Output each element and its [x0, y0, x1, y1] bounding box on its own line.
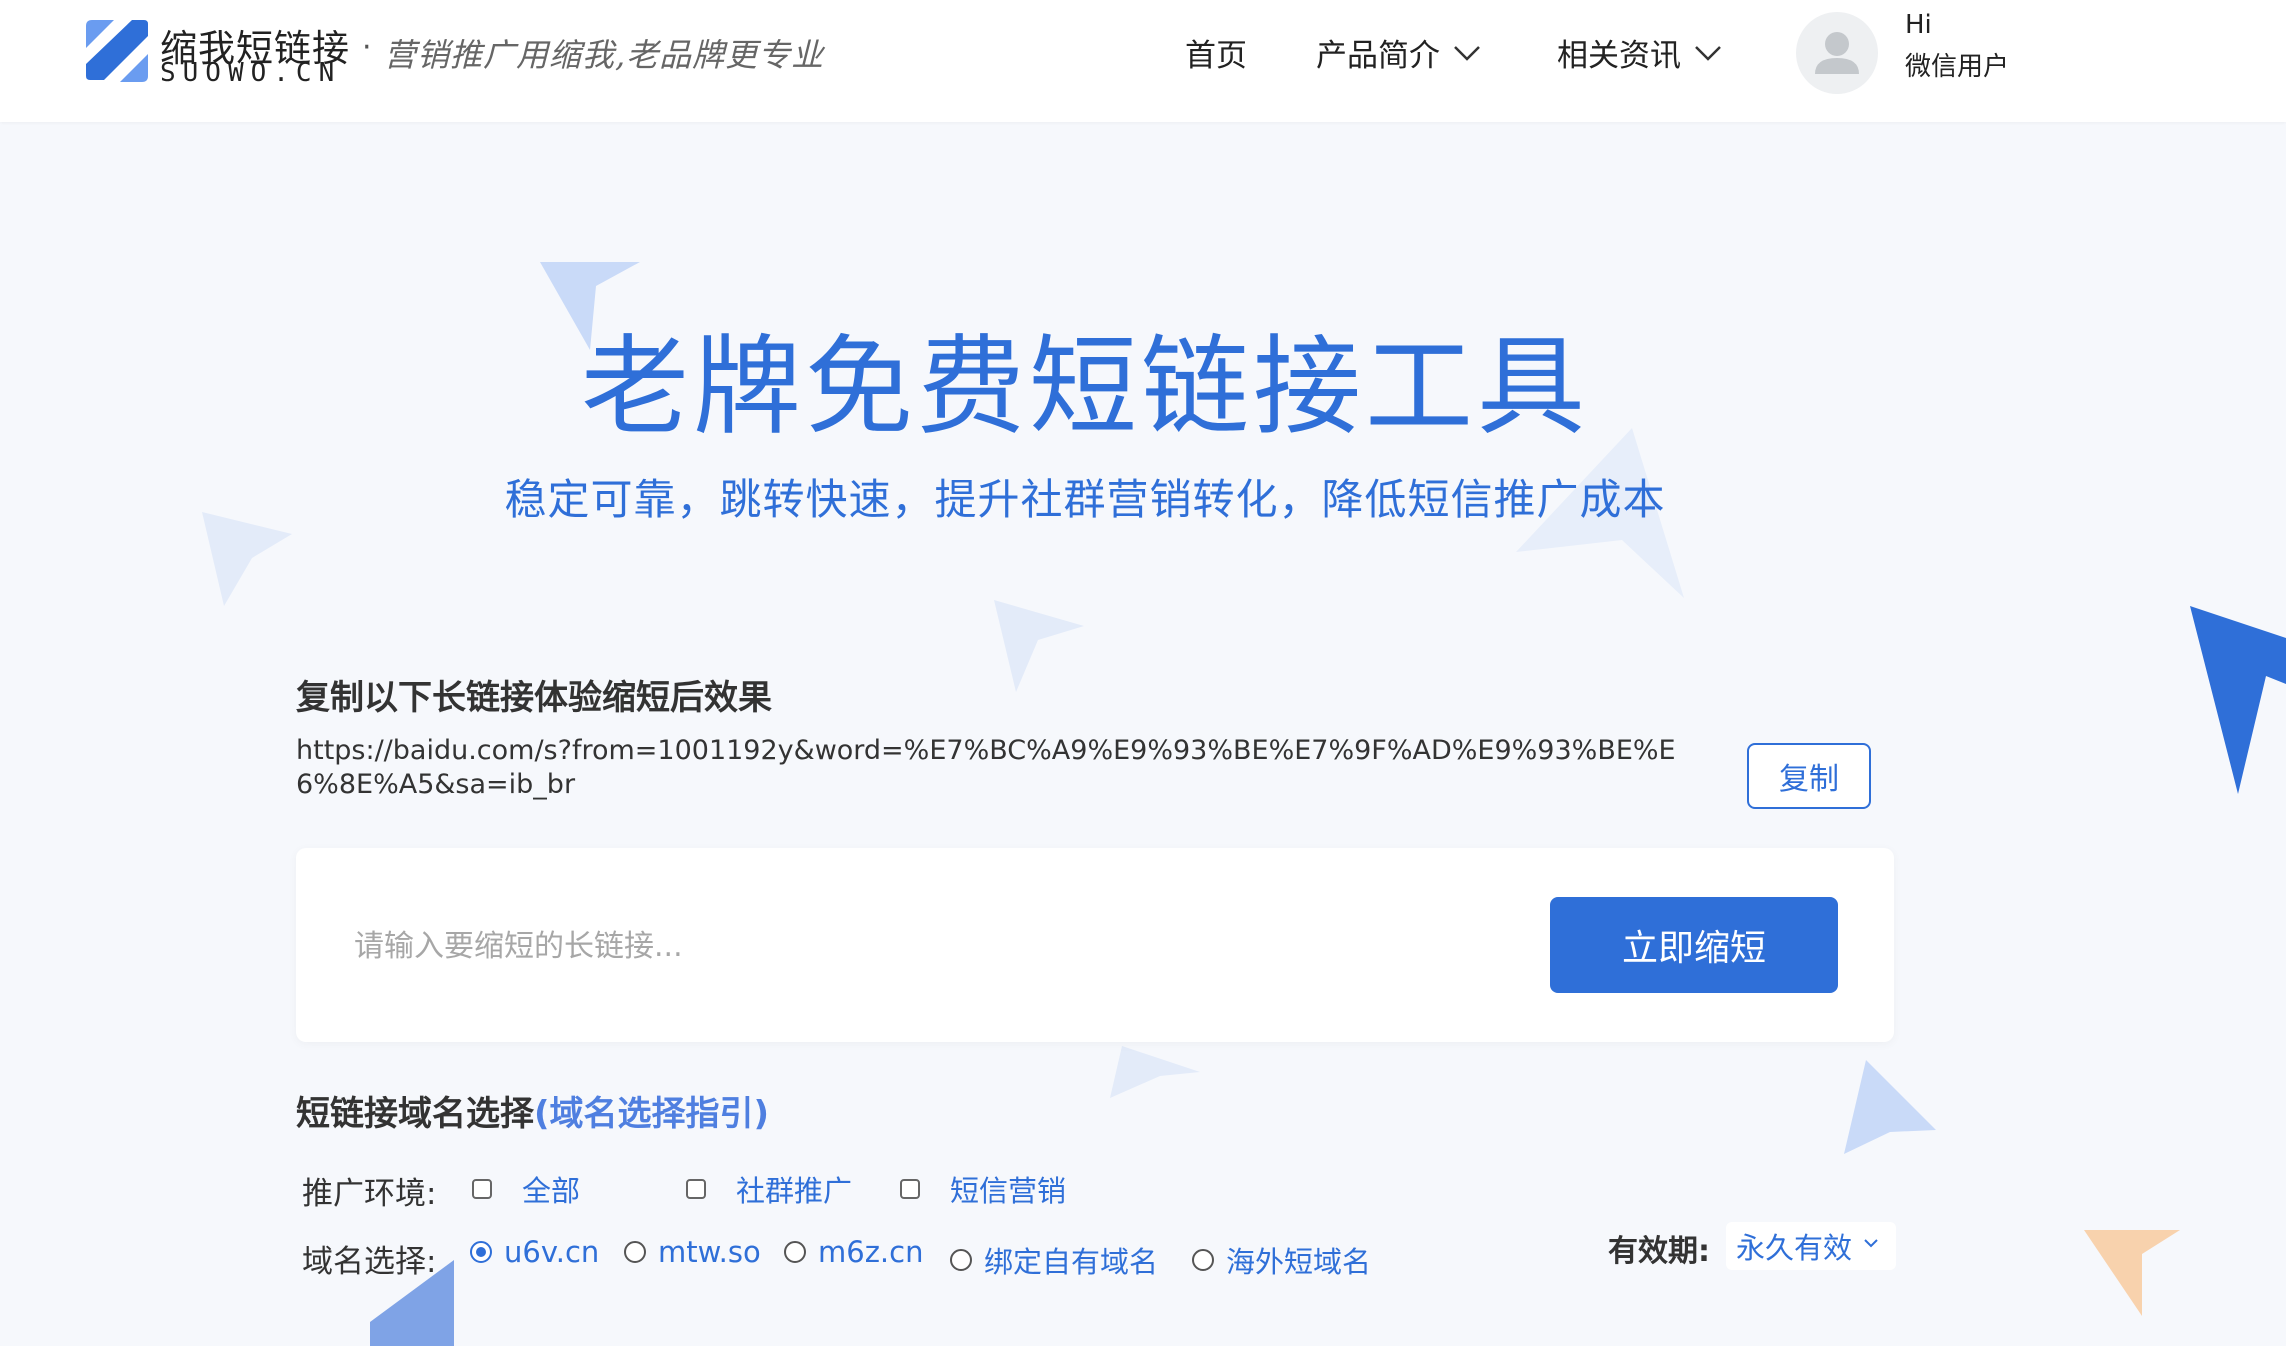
- domain-option-label: 海外短域名: [1226, 1245, 1372, 1279]
- deco-arrow-icon: [2190, 606, 2286, 794]
- checkbox[interactable]: [686, 1179, 706, 1199]
- domain-option-mtw[interactable]: mtw.so: [624, 1235, 761, 1269]
- demo-heading: 复制以下长链接体验缩短后效果: [296, 678, 772, 718]
- user-silhouette-icon: [1815, 32, 1859, 74]
- nav-home-label: 首页: [1185, 38, 1247, 74]
- domain-option-label: m6z.cn: [818, 1235, 924, 1269]
- shorten-button[interactable]: 立即缩短: [1550, 897, 1838, 993]
- top-header: 缩我短链接 SUOWO.CN · 营销推广用缩我,老品牌更专业 首页 产品简介 …: [0, 0, 2286, 122]
- domain-heading-text: 短链接域名选择: [296, 1094, 534, 1134]
- domain-option-label: mtw.so: [658, 1235, 761, 1269]
- validity-select[interactable]: 永久有效: [1726, 1222, 1896, 1270]
- domain-label: 域名选择:: [302, 1244, 437, 1280]
- shorten-card: 立即缩短: [296, 848, 1894, 1042]
- chevron-down-icon: [1695, 45, 1721, 61]
- domain-option-u6v[interactable]: u6v.cn: [470, 1235, 599, 1269]
- domain-option-overseas[interactable]: 海外短域名: [1192, 1239, 1371, 1281]
- env-option-label: 全部: [522, 1174, 581, 1208]
- nav-news-label: 相关资讯: [1557, 38, 1681, 74]
- env-option-sms[interactable]: 短信营销: [900, 1168, 1066, 1210]
- domain-option-label: 绑定自有域名: [984, 1245, 1159, 1279]
- deco-arrow-icon: [1844, 1060, 1936, 1154]
- radio[interactable]: [950, 1249, 972, 1271]
- deco-arrow-icon: [994, 600, 1084, 692]
- deco-arrow-icon: [2084, 1230, 2180, 1316]
- radio-selected[interactable]: [470, 1241, 492, 1263]
- domain-option-m6z[interactable]: m6z.cn: [784, 1235, 923, 1269]
- hero-subtitle: 稳定可靠，跳转快速，提升社群营销转化，降低短信推广成本: [504, 475, 1666, 524]
- hero-title: 老牌免费短链接工具: [580, 325, 1589, 450]
- checkbox[interactable]: [472, 1179, 492, 1199]
- domain-option-custom[interactable]: 绑定自有域名: [950, 1239, 1158, 1281]
- chevron-down-icon: [1864, 1239, 1878, 1248]
- domain-option-label: u6v.cn: [504, 1235, 600, 1269]
- env-option-label: 社群推广: [736, 1174, 853, 1208]
- brand-separator: ·: [362, 30, 372, 65]
- radio[interactable]: [1192, 1249, 1214, 1271]
- validity-label: 有效期:: [1608, 1234, 1710, 1269]
- brand-slogan: 营销推广用缩我,老品牌更专业: [384, 36, 825, 74]
- avatar[interactable]: [1796, 12, 1878, 94]
- env-label: 推广环境:: [302, 1176, 437, 1212]
- user-greeting: Hi: [1905, 10, 1932, 40]
- long-url-input[interactable]: [352, 908, 1456, 984]
- deco-arrow-icon: [1110, 1046, 1200, 1098]
- copy-button[interactable]: 复制: [1747, 743, 1871, 809]
- demo-long-url: https://baidu.com/s?from=1001192y&word=%…: [296, 735, 1676, 800]
- nav-products-label: 产品简介: [1316, 38, 1440, 74]
- logo-s-icon[interactable]: [84, 18, 150, 84]
- radio[interactable]: [784, 1241, 806, 1263]
- nav-news[interactable]: 相关资讯: [1557, 30, 1723, 75]
- domain-guide-link[interactable]: (域名选择指引): [534, 1094, 769, 1134]
- env-option-community[interactable]: 社群推广: [686, 1168, 852, 1210]
- chevron-down-icon: [1454, 45, 1480, 61]
- brand-domain: SUOWO.CN: [160, 58, 342, 88]
- nav-home[interactable]: 首页: [1185, 30, 1247, 75]
- env-option-label: 短信营销: [950, 1174, 1067, 1208]
- checkbox[interactable]: [900, 1179, 920, 1199]
- nav-products[interactable]: 产品简介: [1316, 30, 1482, 75]
- user-name[interactable]: 微信用户: [1905, 46, 2009, 83]
- domain-section-heading: 短链接域名选择(域名选择指引): [296, 1086, 769, 1135]
- env-option-all[interactable]: 全部: [472, 1168, 580, 1210]
- validity-value: 永久有效: [1736, 1231, 1853, 1265]
- radio[interactable]: [624, 1241, 646, 1263]
